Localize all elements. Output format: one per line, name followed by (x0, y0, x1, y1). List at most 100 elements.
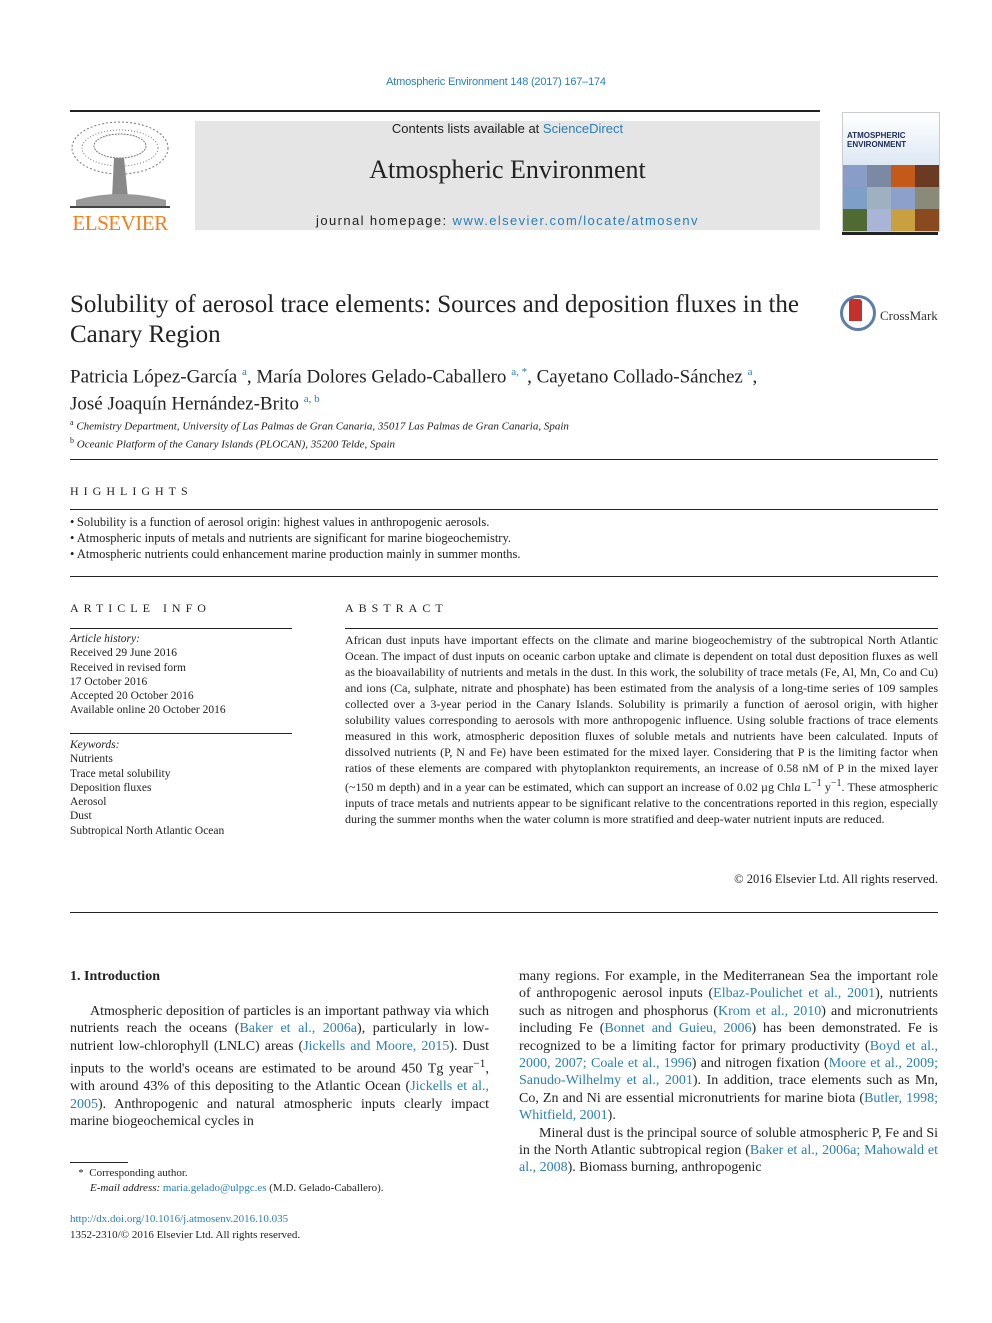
citation-link[interactable]: Baker et al., 2006a (239, 1021, 357, 1036)
footnote-divider (70, 1162, 128, 1163)
sciencedirect-link[interactable]: ScienceDirect (543, 121, 623, 136)
abstract-body: African dust inputs have important effec… (345, 633, 938, 794)
history-item: Received 29 June 2016 (70, 647, 177, 660)
affiliation-text: Chemistry Department, University of Las … (76, 420, 569, 433)
divider (70, 628, 292, 629)
author-separator: , (246, 366, 257, 388)
body-text: ) and nitrogen fixation ( (691, 1056, 829, 1072)
journal-banner: Contents lists available at ScienceDirec… (195, 121, 820, 230)
email-label: E-mail address: (90, 1182, 161, 1194)
paragraph: Mineral dust is the principal source of … (519, 1125, 938, 1177)
homepage-line: journal homepage: www.elsevier.com/locat… (195, 213, 820, 228)
crossmark-flag-icon (849, 299, 862, 321)
author-separator: , (527, 366, 537, 388)
citation-link[interactable]: Krom et al., 2010 (718, 1004, 821, 1019)
abstract-exponent: −1 (811, 778, 822, 789)
cover-tile (915, 165, 939, 187)
highlight-item: • Solubility is a function of aerosol or… (70, 515, 490, 529)
citation-link[interactable]: Jickells and Moore, 2015 (303, 1039, 449, 1054)
affiliation-key: b (70, 435, 74, 445)
paragraph: many regions. For example, in the Medite… (519, 968, 938, 1125)
header-rule (70, 110, 820, 112)
cover-tile (843, 209, 867, 231)
crossmark-button[interactable]: CrossMark (840, 295, 950, 335)
cover-tile (843, 187, 867, 209)
history-item: Available online 20 October 2016 (70, 704, 226, 717)
highlight-text: Atmospheric nutrients could enhancement … (76, 547, 521, 561)
body-text: ). (607, 1108, 616, 1124)
journal-cover-thumbnail[interactable]: ATMOSPHERIC ENVIRONMENT (842, 112, 940, 232)
divider (70, 733, 292, 734)
abstract-heading: ABSTRACT (345, 601, 448, 615)
doi-block: http://dx.doi.org/10.1016/j.atmosenv.201… (70, 1211, 490, 1243)
abstract-unit: y (821, 780, 831, 794)
article-history: Article history: Received 29 June 2016 R… (70, 632, 292, 718)
doi-link[interactable]: http://dx.doi.org/10.1016/j.atmosenv.201… (70, 1213, 288, 1225)
body-column-left: Atmospheric deposition of particles is a… (70, 1003, 489, 1131)
author-name[interactable]: Cayetano Collado-Sánchez (537, 366, 743, 387)
exponent: −1 (473, 1057, 486, 1071)
divider (70, 576, 938, 577)
divider (70, 459, 938, 460)
keyword-item: Trace metal solubility (70, 767, 171, 780)
author-name[interactable]: María Dolores Gelado-Caballero (256, 366, 506, 387)
homepage-prefix: journal homepage: (316, 213, 453, 228)
history-item: 17 October 2016 (70, 675, 148, 688)
keyword-item: Aerosol (70, 796, 107, 809)
affiliation-text: Oceanic Platform of the Canary Islands (… (76, 438, 396, 451)
highlights-heading: HIGHLIGHTS (70, 484, 193, 498)
author-affil-marker[interactable]: a, * (511, 366, 527, 378)
cover-tile (867, 187, 891, 209)
elsevier-tree-icon (66, 118, 174, 210)
author-name[interactable]: Patricia López-García (70, 366, 237, 387)
footnote: * Corresponding author. E-mail address: … (70, 1166, 490, 1196)
body-column-right: many regions. For example, in the Medite… (519, 968, 938, 1177)
footnote-text: Corresponding author. (89, 1167, 188, 1179)
footnote-marker: * (78, 1167, 84, 1179)
journal-citation-link[interactable]: Atmospheric Environment 148 (2017) 167–1… (0, 76, 992, 88)
body-text: ). Biomass burning, anthropogenic (567, 1160, 762, 1176)
affiliation-item: b Oceanic Platform of the Canary Islands… (70, 434, 830, 452)
author-affil-marker[interactable]: a, b (304, 393, 320, 405)
contents-line: Contents lists available at ScienceDirec… (195, 121, 820, 136)
cover-tile (867, 165, 891, 187)
highlight-text: Atmospheric inputs of metals and nutrien… (76, 531, 512, 545)
email-link[interactable]: maria.gelado@ulpgc.es (163, 1182, 267, 1194)
cover-tile (891, 165, 915, 187)
email-note: E-mail address: maria.gelado@ulpgc.es (M… (70, 1181, 490, 1196)
section-heading-introduction: 1. Introduction (70, 969, 160, 984)
affiliation-item: a Chemistry Department, University of La… (70, 416, 830, 434)
corresponding-author-note: * Corresponding author. (70, 1166, 490, 1181)
history-item: Received in revised form (70, 661, 186, 674)
highlight-item: • Atmospheric inputs of metals and nutri… (70, 531, 512, 545)
affiliations: a Chemistry Department, University of La… (70, 416, 830, 451)
author-list: Patricia López-García a, María Dolores G… (70, 361, 830, 416)
cover-title-line2: ENVIRONMENT (847, 140, 907, 149)
abstract-unit: L (800, 780, 812, 794)
keyword-item: Nutrients (70, 753, 113, 766)
elsevier-wordmark: ELSEVIER (72, 211, 168, 235)
highlights-list: • Solubility is a function of aerosol or… (70, 514, 938, 562)
author-separator: , (752, 366, 758, 388)
affiliation-key: a (70, 418, 74, 427)
elsevier-logo[interactable]: ELSEVIER (66, 118, 174, 236)
cover-rule (842, 232, 938, 235)
keyword-item: Subtropical North Atlantic Ocean (70, 824, 225, 837)
email-owner: (M.D. Gelado-Caballero). (266, 1182, 384, 1194)
highlight-text: Solubility is a function of aerosol orig… (76, 515, 490, 529)
abstract-exponent: −1 (830, 778, 842, 789)
citation-link[interactable]: Bonnet and Guieu, 2006 (604, 1021, 751, 1036)
citation-link[interactable]: Elbaz-Poulichet et al., 2001 (713, 986, 875, 1001)
keyword-item: Dust (70, 810, 92, 823)
divider (345, 628, 938, 629)
homepage-link[interactable]: www.elsevier.com/locate/atmosenv (453, 213, 699, 228)
highlight-item: • Atmospheric nutrients could enhancemen… (70, 547, 521, 561)
journal-title: Atmospheric Environment (369, 155, 646, 184)
cover-title: ATMOSPHERIC ENVIRONMENT (847, 131, 906, 149)
issn-copyright: 1352-2310/© 2016 Elsevier Ltd. All right… (70, 1229, 301, 1241)
cover-tile (843, 165, 867, 187)
cover-tile (915, 187, 939, 209)
cover-image-grid (843, 165, 939, 231)
author-name[interactable]: José Joaquín Hernández-Brito (70, 394, 299, 415)
crossmark-label: CrossMark (880, 308, 938, 323)
